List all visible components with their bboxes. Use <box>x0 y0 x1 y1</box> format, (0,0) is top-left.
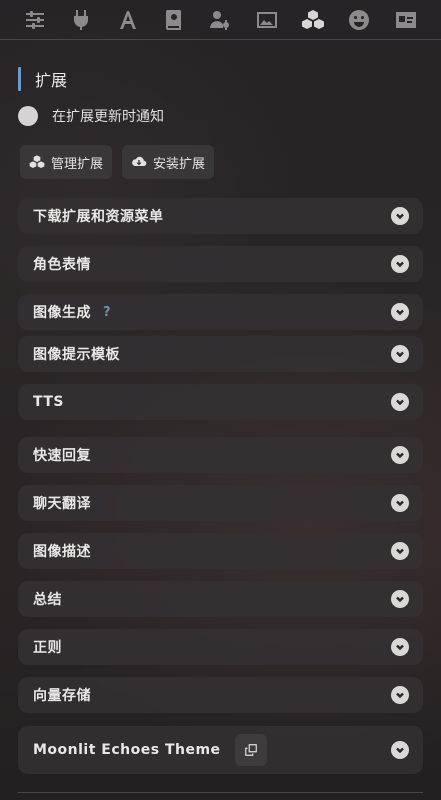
cubes-icon[interactable] <box>299 6 327 34</box>
notify-on-update-row[interactable]: 在扩展更新时通知 <box>18 106 164 126</box>
chevron-down-icon[interactable] <box>391 255 409 273</box>
chevron-down-icon[interactable] <box>391 345 409 363</box>
drawer-vector-storage[interactable]: 向量存储 <box>18 677 423 713</box>
drawer-label: 下载扩展和资源菜单 <box>33 209 164 225</box>
install-extension-label: 安装扩展 <box>153 156 206 172</box>
drawer-label: 图像描述 <box>33 544 91 560</box>
drawer-image-captioning[interactable]: 图像描述 <box>18 533 423 569</box>
image-icon[interactable] <box>253 6 281 34</box>
extension-buttons: 管理扩展 安装扩展 <box>20 145 215 179</box>
smile-icon[interactable] <box>345 6 373 34</box>
drawer-label: Moonlit Echoes Theme <box>33 742 221 758</box>
drawer-tts[interactable]: TTS <box>18 384 423 420</box>
id-card-icon[interactable] <box>392 6 420 34</box>
drawer-download-extensions[interactable]: 下载扩展和资源菜单 <box>18 198 423 234</box>
book-icon[interactable] <box>160 6 188 34</box>
drawer-label: 向量存储 <box>33 688 91 704</box>
help-icon[interactable]: ? <box>103 305 111 320</box>
drawer-image-prompt-templates[interactable]: 图像提示模板 <box>18 336 423 372</box>
chevron-down-icon[interactable] <box>391 494 409 512</box>
notify-toggle[interactable] <box>18 106 38 126</box>
extensions-section-header: 扩展 <box>18 66 67 92</box>
cubes-icon <box>29 155 45 168</box>
drawer-character-expressions[interactable]: 角色表情 <box>18 246 423 282</box>
user-gear-icon[interactable] <box>206 6 234 34</box>
drawer-left: 图像生成 ? <box>33 302 111 322</box>
drawer-summarize[interactable]: 总结 <box>18 581 423 617</box>
drawer-image-generation[interactable]: 图像生成 ? <box>18 294 423 330</box>
section-accent-bar <box>18 67 21 91</box>
drawer-label: 快速回复 <box>33 448 91 464</box>
sliders-icon[interactable] <box>21 6 49 34</box>
drawer-moonlit-echoes-theme[interactable]: Moonlit Echoes Theme <box>18 726 423 774</box>
chevron-down-icon[interactable] <box>391 741 409 759</box>
extensions-top-toolbar <box>0 0 441 40</box>
install-extension-button[interactable]: 安装扩展 <box>122 145 215 179</box>
drawer-regex[interactable]: 正则 <box>18 629 423 665</box>
chevron-down-icon[interactable] <box>391 542 409 560</box>
manage-extensions-label: 管理扩展 <box>51 156 104 172</box>
notify-label: 在扩展更新时通知 <box>52 109 164 125</box>
cloud-download-icon <box>132 156 147 166</box>
drawer-label: 正则 <box>33 640 62 656</box>
clone-icon <box>244 744 257 756</box>
chevron-down-icon[interactable] <box>391 446 409 464</box>
chevron-down-icon[interactable] <box>391 393 409 411</box>
chevron-down-icon[interactable] <box>391 590 409 608</box>
drawer-label: 图像生成 <box>33 305 91 321</box>
font-icon[interactable] <box>114 6 142 34</box>
chevron-down-icon[interactable] <box>391 207 409 225</box>
drawer-label: 角色表情 <box>33 257 91 273</box>
section-title: 扩展 <box>35 71 68 90</box>
drawer-label: TTS <box>33 394 65 410</box>
drawer-quick-reply[interactable]: 快速回复 <box>18 437 423 473</box>
manage-extensions-button[interactable]: 管理扩展 <box>20 145 113 179</box>
chevron-down-icon[interactable] <box>391 303 409 321</box>
chevron-down-icon[interactable] <box>391 638 409 656</box>
bottom-divider <box>18 792 423 793</box>
drawer-label: 图像提示模板 <box>33 347 120 363</box>
drawer-chat-translation[interactable]: 聊天翻译 <box>18 485 423 521</box>
chevron-down-icon[interactable] <box>391 686 409 704</box>
theme-settings-button[interactable] <box>234 734 267 766</box>
drawer-label: 总结 <box>33 592 62 608</box>
plug-icon[interactable] <box>67 6 95 34</box>
drawer-label: 聊天翻译 <box>33 496 91 512</box>
drawer-left: Moonlit Echoes Theme <box>33 734 267 766</box>
